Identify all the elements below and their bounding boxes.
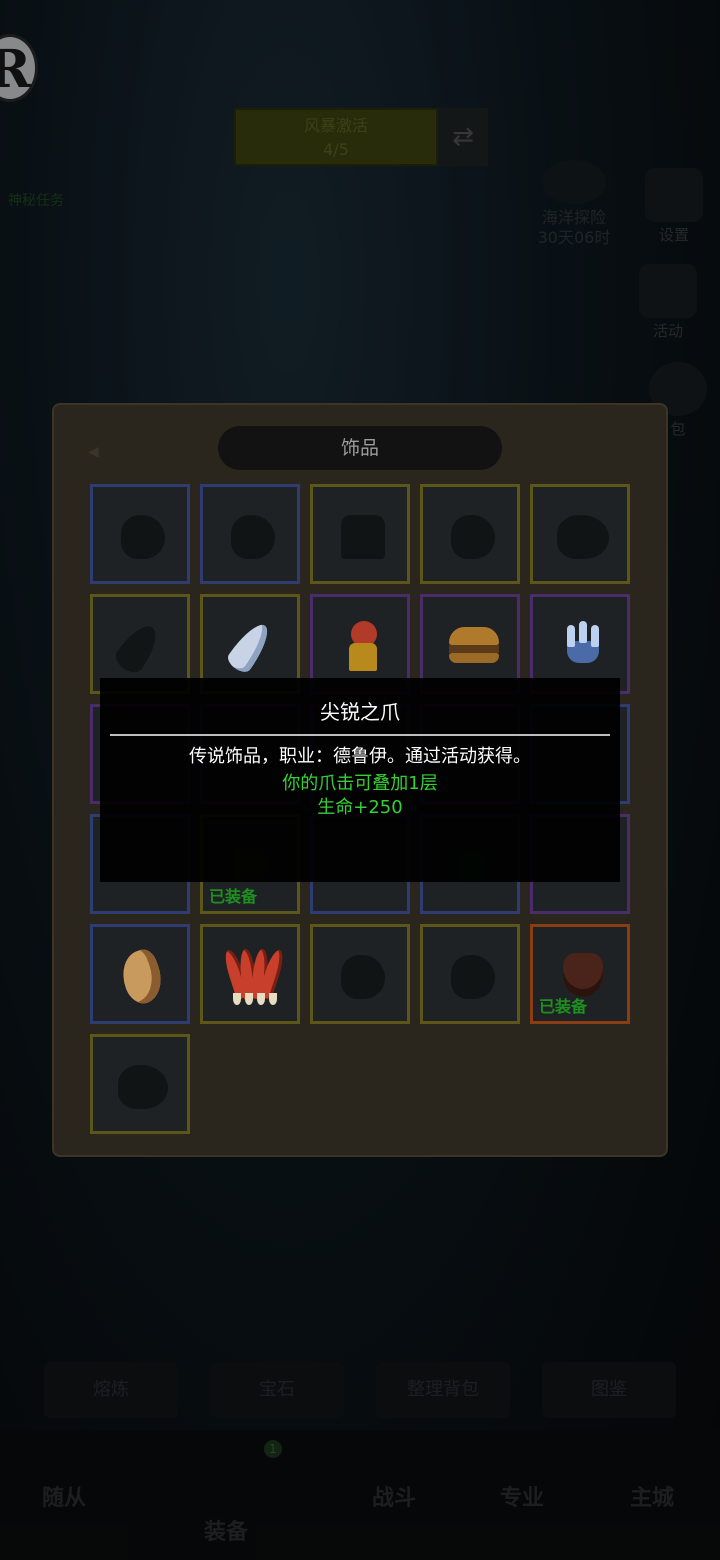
accessory-slot[interactable]: [310, 484, 410, 584]
accessory-slot[interactable]: [530, 484, 630, 584]
accessory-slot[interactable]: [420, 924, 520, 1024]
equipped-label: 已装备: [209, 887, 258, 906]
locked-item-silhouette: [121, 515, 165, 559]
accessory-slot[interactable]: 已装备: [530, 924, 630, 1024]
tooltip-divider: [110, 734, 610, 736]
item-effect-health: 生命+250: [317, 797, 403, 818]
equipped-label: 已装备: [539, 997, 588, 1016]
yellow-claw-icon: [115, 946, 169, 1008]
item-description: 传说饰品，职业：德鲁伊。通过活动获得。: [189, 746, 531, 767]
sharp-claw-icon: [221, 948, 287, 1005]
demon-mask-icon: [563, 953, 603, 997]
item-name: 尖锐之爪: [320, 700, 400, 724]
accessory-slot[interactable]: [200, 484, 300, 584]
red-knight-icon: [347, 621, 379, 673]
locked-item-silhouette: [451, 515, 495, 559]
panel-title: 饰品: [218, 426, 502, 470]
locked-item-silhouette: [557, 515, 609, 559]
dark-feather-icon: [111, 618, 165, 678]
locked-item-silhouette: [341, 955, 385, 999]
locked-item-silhouette: [118, 1065, 168, 1109]
blue-claw-icon: [561, 621, 605, 667]
item-effect-claw-stack: 你的爪击可叠加1层: [282, 773, 438, 794]
item-tooltip: 尖锐之爪 传说饰品，职业：德鲁伊。通过活动获得。 你的爪击可叠加1层 生命+25…: [100, 678, 620, 882]
accessory-slot[interactable]: [90, 484, 190, 584]
locked-item-silhouette: [451, 955, 495, 999]
locked-item-silhouette: [341, 515, 385, 559]
accessory-slot[interactable]: [310, 924, 410, 1024]
accessory-slot[interactable]: [90, 1034, 190, 1134]
accessory-slot-selected[interactable]: [200, 924, 300, 1024]
white-feather-icon: [224, 618, 276, 676]
burger-icon: [449, 627, 499, 665]
accessory-slot[interactable]: [90, 924, 190, 1024]
accessory-slot[interactable]: [420, 484, 520, 584]
locked-item-silhouette: [231, 515, 275, 559]
panel-back-arrow-icon[interactable]: ◀: [88, 444, 99, 460]
item-effects: 你的爪击可叠加1层 生命+250: [100, 772, 620, 820]
